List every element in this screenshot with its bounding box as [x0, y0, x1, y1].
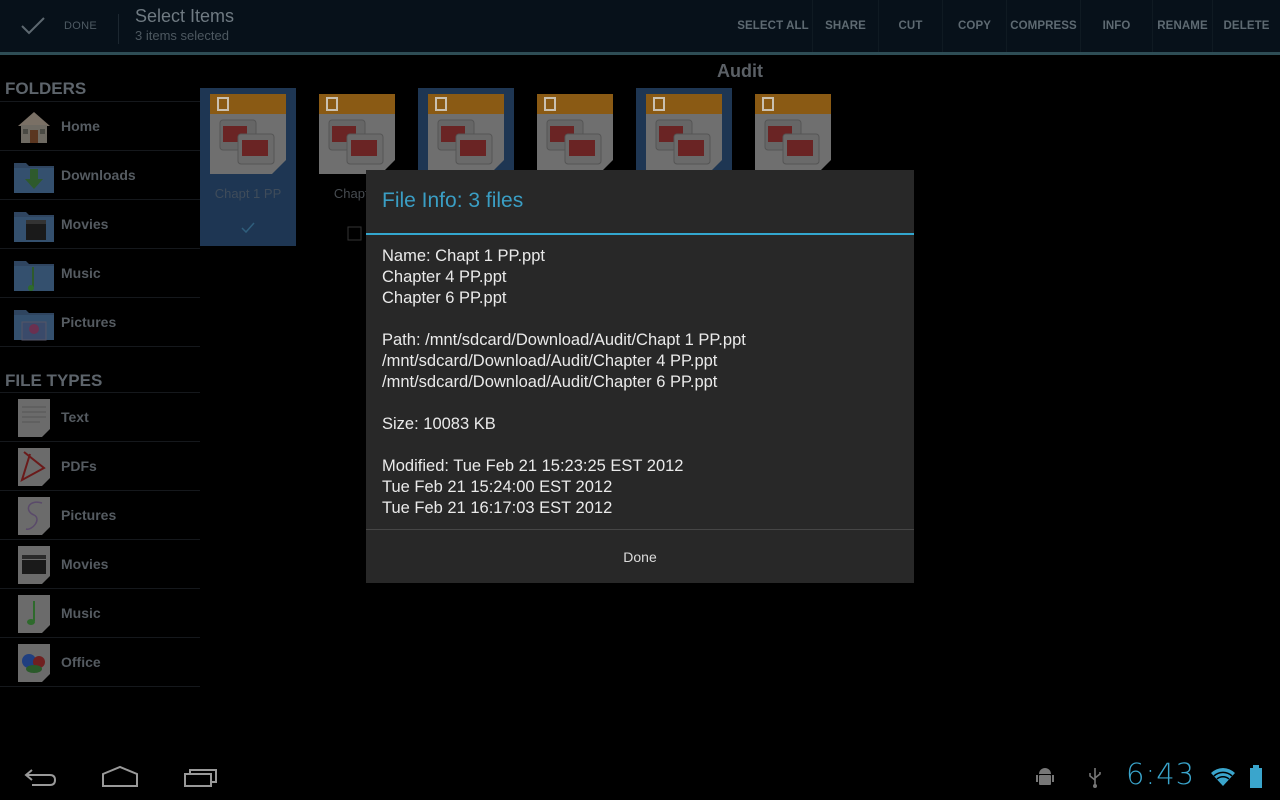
pictures-folder-icon — [14, 310, 54, 341]
downloads-folder-icon — [14, 163, 54, 193]
action-bar-title: Select Items — [135, 6, 235, 26]
folder-title: Audit — [717, 61, 763, 81]
picture-file-icon — [18, 497, 50, 535]
sidebar-item-label: Downloads — [61, 167, 136, 183]
sidebar: FOLDERS Home Downloads Movies Music Pict… — [0, 55, 200, 752]
clock: 6:43 — [1126, 757, 1196, 791]
file-name-line: Name: Chapt 1 PP.ppt — [382, 247, 545, 265]
file-path-line: /mnt/sdcard/Download/Audit/Chapter 4 PP.… — [382, 352, 718, 370]
done-button[interactable]: DONE — [0, 0, 120, 52]
powerpoint-file-icon — [428, 94, 504, 174]
file-name: Chapt 1 PP — [214, 186, 282, 201]
selected-check-icon[interactable] — [240, 220, 256, 236]
usb-icon — [1089, 768, 1101, 788]
file-tile[interactable]: Chapt 1 PP — [200, 88, 296, 246]
battery-icon — [1250, 765, 1262, 788]
dialog-title: File Info: 3 files — [382, 189, 524, 212]
sidebar-item-movies[interactable]: Movies — [0, 199, 200, 248]
file-path-line: /mnt/sdcard/Download/Audit/Chapter 6 PP.… — [382, 373, 718, 391]
cut-button[interactable]: CUT — [878, 0, 942, 52]
sidebar-item-downloads[interactable]: Downloads — [0, 150, 200, 199]
divider — [0, 346, 200, 347]
sidebar-item-office[interactable]: Office — [0, 637, 200, 686]
android-debug-icon — [1036, 768, 1054, 785]
home-icon — [18, 112, 50, 143]
copy-button[interactable]: COPY — [942, 0, 1006, 52]
compress-button[interactable]: COMPRESS — [1006, 0, 1080, 52]
file-path-line: Path: /mnt/sdcard/Download/Audit/Chapt 1… — [382, 331, 746, 349]
sidebar-item-music[interactable]: Music — [0, 248, 200, 297]
sidebar-item-label: Office — [61, 654, 101, 670]
sidebar-item-label: Pictures — [61, 507, 117, 523]
sidebar-item-pdfs[interactable]: PDFs — [0, 441, 200, 490]
sidebar-item-pictures[interactable]: Pictures — [0, 297, 200, 346]
file-types-header: FILE TYPES — [5, 371, 103, 390]
powerpoint-file-icon — [646, 94, 722, 174]
divider — [0, 686, 200, 687]
sidebar-item-label: Music — [61, 265, 101, 281]
powerpoint-file-icon — [319, 94, 395, 174]
home-nav-icon[interactable] — [100, 764, 140, 790]
dialog-title-rule — [366, 233, 914, 235]
sidebar-item-label: Pictures — [61, 314, 117, 330]
sidebar-item-label: Home — [61, 118, 100, 134]
sidebar-item-pictures-type[interactable]: Pictures — [0, 490, 200, 539]
screen: DONE Select Items 3 items selected SELEC… — [0, 0, 1280, 800]
dialog-body: Name: Chapt 1 PP.ppt Chapter 4 PP.ppt Ch… — [382, 246, 746, 519]
unchecked-checkbox[interactable] — [347, 226, 363, 242]
sidebar-item-label: PDFs — [61, 458, 97, 474]
system-nav-bar — [0, 752, 1280, 800]
sidebar-item-label: Movies — [61, 216, 109, 232]
rename-button[interactable]: RENAME — [1152, 0, 1212, 52]
text-file-icon — [18, 399, 50, 437]
recent-apps-icon[interactable] — [183, 764, 219, 790]
divider — [118, 14, 119, 44]
powerpoint-file-icon — [537, 94, 613, 174]
back-icon[interactable] — [22, 764, 58, 790]
modified-line: Modified: Tue Feb 21 15:23:25 EST 2012 — [382, 457, 684, 475]
dialog-done-button[interactable]: Done — [366, 530, 914, 583]
share-button[interactable]: SHARE — [812, 0, 878, 52]
file-name-line: Chapter 4 PP.ppt — [382, 268, 507, 286]
sidebar-item-home[interactable]: Home — [0, 101, 200, 150]
checkmark-icon — [21, 17, 45, 35]
selection-count: 3 items selected — [135, 28, 229, 43]
powerpoint-file-icon — [210, 94, 286, 174]
wifi-icon — [1211, 768, 1235, 786]
office-file-icon — [18, 644, 50, 682]
sidebar-item-text[interactable]: Text — [0, 392, 200, 441]
modified-line: Tue Feb 21 15:24:00 EST 2012 — [382, 478, 613, 496]
file-name-line: Chapter 6 PP.ppt — [382, 289, 507, 307]
delete-button[interactable]: DELETE — [1212, 0, 1280, 52]
music-folder-icon — [14, 261, 54, 291]
sidebar-item-music-type[interactable]: Music — [0, 588, 200, 637]
powerpoint-file-icon — [755, 94, 831, 174]
modified-line: Tue Feb 21 16:17:03 EST 2012 — [382, 499, 613, 517]
action-buttons: SELECT ALL SHARE CUT COPY COMPRESS INFO … — [734, 0, 1280, 52]
sidebar-item-label: Movies — [61, 556, 109, 572]
select-all-button[interactable]: SELECT ALL — [734, 0, 812, 52]
file-size-line: Size: 10083 KB — [382, 415, 496, 433]
pdf-file-icon — [18, 448, 50, 486]
file-info-dialog: File Info: 3 files Name: Chapt 1 PP.ppt … — [366, 170, 914, 583]
sidebar-item-movies-type[interactable]: Movies — [0, 539, 200, 588]
movie-file-icon — [18, 546, 50, 584]
sidebar-item-label: Music — [61, 605, 101, 621]
folders-header: FOLDERS — [5, 79, 87, 98]
sidebar-item-label: Text — [61, 409, 89, 425]
action-bar: DONE Select Items 3 items selected SELEC… — [0, 0, 1280, 52]
done-label: DONE — [64, 20, 97, 32]
music-file-icon — [18, 595, 50, 633]
movies-folder-icon — [14, 212, 54, 242]
info-button[interactable]: INFO — [1080, 0, 1152, 52]
